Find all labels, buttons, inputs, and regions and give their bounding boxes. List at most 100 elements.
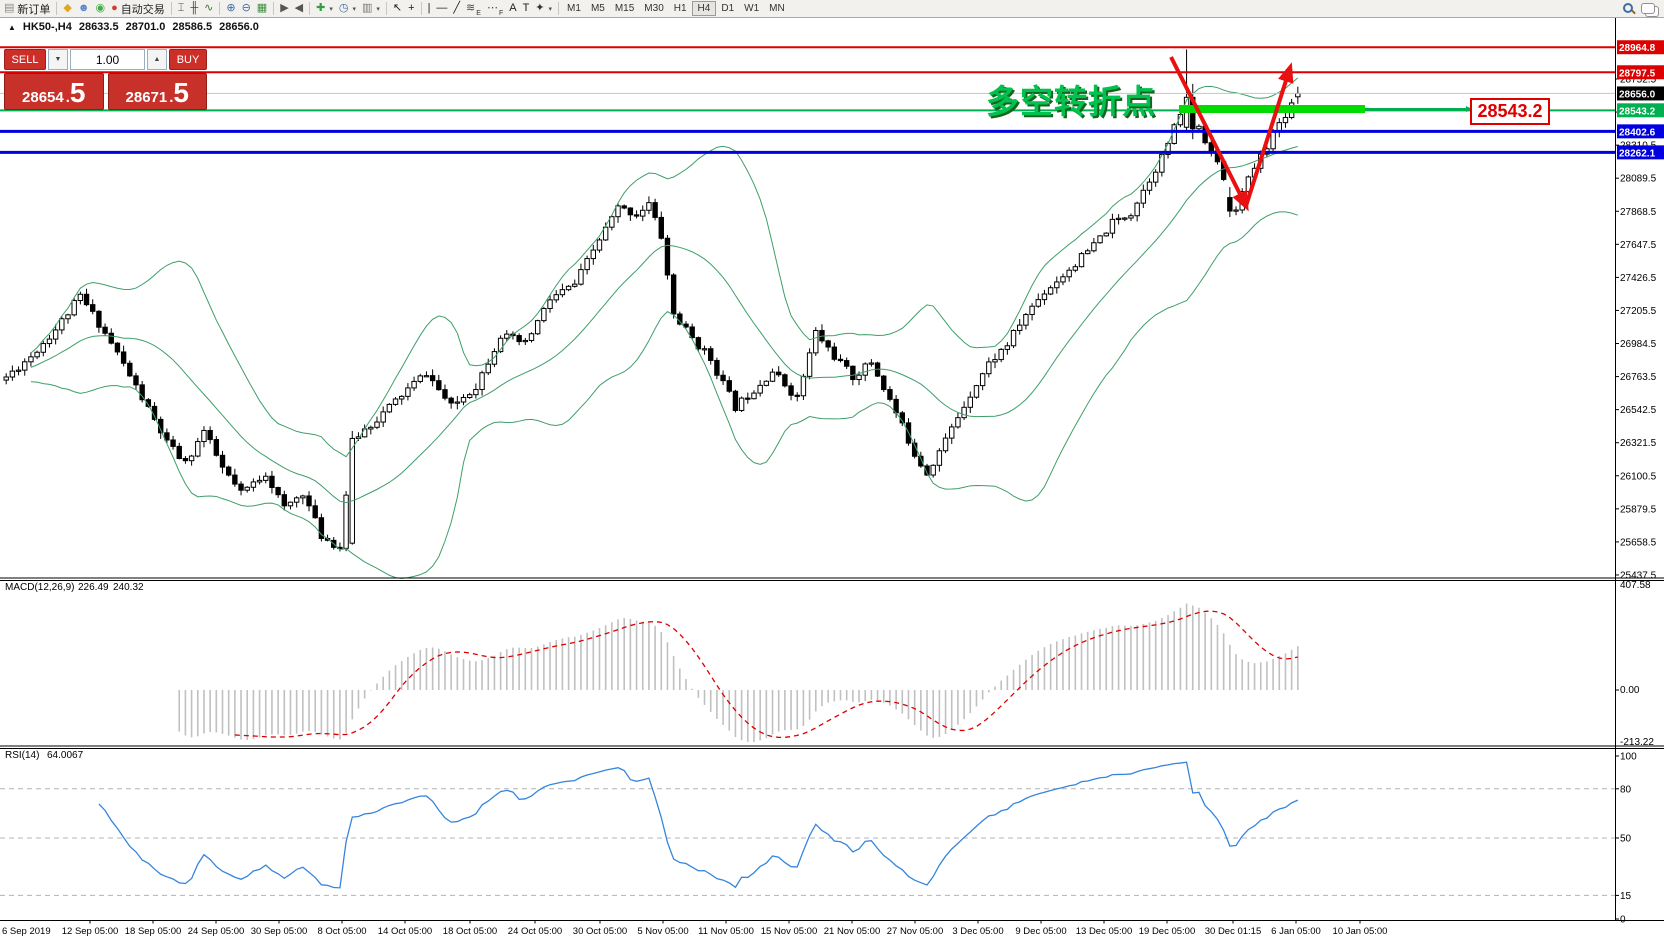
price-tick-label: 27868.5	[1620, 207, 1657, 218]
macd-axis-top: 407.58	[1620, 580, 1651, 591]
chart-symbol-period: HK50-,H4	[23, 21, 72, 33]
autotrading-button[interactable]: ●自动交易	[108, 1, 168, 17]
arrows-button[interactable]: ✦▾	[532, 1, 555, 17]
search-icon	[1622, 2, 1635, 15]
date-label: 30 Oct 05:00	[573, 926, 627, 937]
ohlc-high: 28701.0	[126, 21, 166, 33]
zoom-out-icon: ⊖	[242, 3, 251, 14]
timeframe-m15[interactable]: M15	[610, 1, 639, 16]
zoom-out-button[interactable]: ⊖	[239, 1, 254, 17]
chart-shift-button[interactable]: ◀	[292, 1, 306, 17]
turning-point-annotation[interactable]: 多空转折点	[986, 75, 1156, 123]
timeframe-m30[interactable]: M30	[639, 1, 668, 16]
buy-price-button[interactable]: 28671.5	[108, 73, 208, 110]
hline-price-badge: 28402.6	[1619, 127, 1656, 138]
arrows-icon: ✦	[535, 3, 544, 14]
new-order-button[interactable]: ▤新订单	[1, 1, 53, 17]
equidistant-channel-icon: ≋	[466, 3, 475, 14]
date-label: 6 Jan 05:00	[1271, 926, 1321, 937]
equidistant-channel-button[interactable]: ≋E	[463, 1, 484, 17]
candlestick-chart-button[interactable]: ╫	[187, 1, 201, 17]
period-selector-button[interactable]: ◷▾	[336, 1, 359, 17]
timeframe-h1[interactable]: H1	[669, 1, 692, 16]
date-label: 6 Sep 2019	[2, 926, 51, 937]
auto-scroll-icon: ▶	[280, 3, 288, 14]
price-axis: 28752.528531.528310.528089.527868.527647…	[1615, 75, 1657, 926]
rsi-axis-label: 50	[1620, 834, 1632, 845]
add-indicator-button[interactable]: ✚▾	[313, 1, 336, 17]
volume-input[interactable]: 1.00	[70, 49, 145, 70]
market-watch-icon: ◆	[63, 3, 71, 14]
rsi-axis-label: 80	[1620, 784, 1632, 795]
rsi-value: 64.0067	[47, 750, 84, 761]
price-tick-label: 26321.5	[1620, 438, 1657, 449]
volume-decrease-button[interactable]: ▼	[48, 49, 68, 70]
crosshair-button[interactable]: +	[405, 1, 417, 17]
timeframe-w1[interactable]: W1	[739, 1, 764, 16]
fibonacci-icon: ⋯	[487, 3, 498, 14]
timeframe-mn[interactable]: MN	[764, 1, 790, 16]
signals-button[interactable]: ◉	[92, 1, 108, 17]
date-label: 12 Sep 05:00	[62, 926, 119, 937]
add-indicator-icon: ✚	[316, 3, 325, 14]
candles	[4, 49, 1300, 551]
price-tick-label: 25879.5	[1620, 504, 1657, 515]
macd-histogram	[179, 604, 1298, 742]
chat-button[interactable]	[1638, 1, 1664, 17]
rsi-label: RSI(14)	[5, 750, 39, 761]
horizontal-lines[interactable]	[0, 47, 1615, 152]
date-label: 8 Oct 05:00	[317, 926, 366, 937]
auto-scroll-button[interactable]: ▶	[277, 1, 291, 17]
ohlc-close: 28656.0	[219, 21, 259, 33]
buy-button[interactable]: BUY	[169, 49, 207, 70]
trendline-button[interactable]: ╱	[450, 1, 463, 17]
horizontal-line-button[interactable]: —	[433, 1, 450, 17]
timeframe-h4[interactable]: H4	[692, 1, 717, 16]
macd-axis-zero: 0.00	[1620, 685, 1640, 696]
price-tick-label: 26984.5	[1620, 339, 1657, 350]
timeframe-d1[interactable]: D1	[716, 1, 739, 16]
date-label: 24 Oct 05:00	[508, 926, 562, 937]
vertical-line-button[interactable]: |	[425, 1, 434, 17]
timeframe-m1[interactable]: M1	[562, 1, 586, 16]
chart-info-line: ▲ HK50-,H4 28633.5 28701.0 28586.5 28656…	[8, 21, 259, 33]
timeframe-m5[interactable]: M5	[586, 1, 610, 16]
horizontal-line-icon: —	[436, 3, 447, 14]
date-label: 13 Dec 05:00	[1076, 926, 1133, 937]
fibonacci-button[interactable]: ⋯F	[484, 1, 506, 17]
label-button[interactable]: T	[520, 1, 533, 17]
sell-button[interactable]: SELL	[4, 49, 46, 70]
text-button[interactable]: A	[506, 1, 519, 17]
date-label: 18 Oct 05:00	[443, 926, 497, 937]
symbol-search-button[interactable]	[1619, 1, 1638, 17]
sell-price-button[interactable]: 28654.5	[4, 73, 104, 110]
volume-increase-button[interactable]: ▲	[147, 49, 167, 70]
period-selector-icon: ◷	[339, 3, 349, 14]
sell-price-pips: 5	[70, 80, 86, 106]
date-label: 24 Sep 05:00	[188, 926, 245, 937]
template-button[interactable]: ▥▾	[359, 1, 383, 17]
hline-price-badge: 28964.8	[1619, 43, 1656, 54]
ohlc-open: 28633.5	[79, 21, 119, 33]
tile-windows-button[interactable]: ▦	[254, 1, 270, 17]
zoom-in-button[interactable]: ⊕	[223, 1, 238, 17]
date-label: 21 Nov 05:00	[824, 926, 881, 937]
crosshair-icon: +	[408, 3, 414, 14]
collapse-one-click-icon[interactable]: ▲	[8, 23, 16, 32]
community-button[interactable]: ☻	[75, 1, 93, 17]
buy-price-main: 28671	[126, 89, 168, 106]
line-chart-button[interactable]: ∿	[201, 1, 216, 17]
price-callout-label[interactable]: 28543.2	[1470, 98, 1550, 125]
cursor-button[interactable]: ↖	[390, 1, 405, 17]
date-label: 5 Nov 05:00	[637, 926, 688, 937]
bar-chart-button[interactable]: ⌶	[175, 1, 188, 17]
text-icon: A	[509, 3, 516, 14]
current-price-badge: 28656.0	[1619, 89, 1656, 100]
toolbar: ▤新订单◆☻◉●自动交易⌶╫∿⊕⊖▦▶◀✚▾◷▾▥▾↖+|—╱≋E⋯FAT✦▾M…	[0, 0, 1664, 18]
tile-windows-icon: ▦	[257, 3, 267, 14]
chevron-down-icon: ▾	[352, 5, 356, 13]
market-watch-button[interactable]: ◆	[60, 1, 74, 17]
price-tick-label: 25658.5	[1620, 537, 1657, 548]
support-zone[interactable]	[1179, 105, 1472, 113]
hline-price-badge: 28797.5	[1619, 68, 1656, 79]
